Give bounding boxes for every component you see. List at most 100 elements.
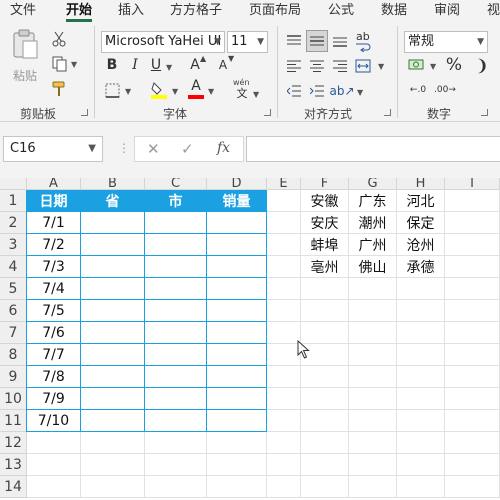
underline-dropdown-icon[interactable]: ▼ xyxy=(166,63,172,72)
orientation-icon[interactable]: ab↗ xyxy=(329,81,354,101)
row-header[interactable]: 1 xyxy=(0,190,27,212)
merge-center-icon[interactable] xyxy=(354,57,372,75)
grid-cell[interactable] xyxy=(267,234,301,256)
copy-icon[interactable] xyxy=(50,55,68,73)
grid-cell[interactable] xyxy=(267,322,301,344)
row-header[interactable]: 11 xyxy=(0,410,27,432)
grid-cell[interactable] xyxy=(27,432,81,454)
table-cell[interactable] xyxy=(145,322,207,344)
row-header[interactable]: 8 xyxy=(0,344,27,366)
copy-dropdown-icon[interactable]: ▼ xyxy=(71,60,77,69)
table-header-cell[interactable]: 市 xyxy=(145,190,207,212)
align-bottom-icon[interactable] xyxy=(331,32,349,50)
grid-cell[interactable] xyxy=(349,300,397,322)
tab-insert[interactable]: 插入 xyxy=(118,3,144,19)
table-cell[interactable] xyxy=(81,300,145,322)
lookup-cell[interactable]: 亳州 xyxy=(301,256,349,278)
table-cell[interactable] xyxy=(81,234,145,256)
lookup-cell[interactable]: 广东 xyxy=(349,190,397,212)
column-header[interactable]: B xyxy=(81,178,145,190)
paste-button[interactable]: 粘贴 xyxy=(8,28,44,86)
grid-cell[interactable] xyxy=(349,410,397,432)
table-cell[interactable] xyxy=(81,366,145,388)
grid-cell[interactable] xyxy=(145,432,207,454)
grid-cell[interactable] xyxy=(445,234,500,256)
table-cell[interactable] xyxy=(81,212,145,234)
tab-fangfang[interactable]: 方方格子 xyxy=(170,3,222,19)
grid-cell[interactable] xyxy=(349,476,397,498)
grid-cell[interactable] xyxy=(445,278,500,300)
grid-cell[interactable] xyxy=(349,388,397,410)
tab-formulas[interactable]: 公式 xyxy=(328,3,354,19)
grid-cell[interactable] xyxy=(27,454,81,476)
grid-cell[interactable] xyxy=(349,322,397,344)
table-cell[interactable] xyxy=(81,278,145,300)
phonetic-dropdown-icon[interactable]: ▼ xyxy=(253,90,259,99)
column-header[interactable]: C xyxy=(145,178,207,190)
grid-cell[interactable] xyxy=(267,190,301,212)
grid-cell[interactable] xyxy=(397,388,445,410)
table-cell[interactable] xyxy=(207,322,267,344)
table-cell[interactable] xyxy=(207,234,267,256)
row-header[interactable]: 14 xyxy=(0,476,27,498)
lookup-cell[interactable]: 安庆 xyxy=(301,212,349,234)
date-cell[interactable]: 7/9 xyxy=(27,388,81,410)
column-header[interactable]: I xyxy=(445,178,500,190)
grid-cell[interactable] xyxy=(445,432,500,454)
column-header[interactable]: A xyxy=(27,178,81,190)
bold-button[interactable]: B xyxy=(104,56,120,74)
table-cell[interactable] xyxy=(207,256,267,278)
grid-cell[interactable] xyxy=(207,432,267,454)
orientation-dropdown-icon[interactable]: ▼ xyxy=(357,88,363,97)
grid-cell[interactable] xyxy=(267,454,301,476)
grid-cell[interactable] xyxy=(397,454,445,476)
grid-cell[interactable] xyxy=(445,322,500,344)
drag-handle-icon[interactable]: ⋮ xyxy=(118,141,130,155)
table-cell[interactable] xyxy=(207,212,267,234)
lookup-cell[interactable]: 承德 xyxy=(397,256,445,278)
tab-page-layout[interactable]: 页面布局 xyxy=(249,3,301,19)
grid-cell[interactable] xyxy=(145,476,207,498)
fill-color-dropdown-icon[interactable]: ▼ xyxy=(172,87,178,96)
formula-input[interactable] xyxy=(246,136,500,162)
table-cell[interactable] xyxy=(145,212,207,234)
accounting-format-icon[interactable] xyxy=(407,56,427,74)
italic-button[interactable]: I xyxy=(127,56,143,74)
grid-cell[interactable] xyxy=(397,410,445,432)
format-painter-icon[interactable] xyxy=(50,80,68,98)
grid-cell[interactable] xyxy=(445,454,500,476)
date-cell[interactable]: 7/4 xyxy=(27,278,81,300)
grid-cell[interactable] xyxy=(301,366,349,388)
table-cell[interactable] xyxy=(145,410,207,432)
borders-icon[interactable] xyxy=(103,81,121,99)
lookup-cell[interactable]: 广州 xyxy=(349,234,397,256)
grid-cell[interactable] xyxy=(445,256,500,278)
align-middle-icon[interactable] xyxy=(306,30,328,52)
grid-cell[interactable] xyxy=(301,454,349,476)
grid-cell[interactable] xyxy=(397,366,445,388)
fill-color-icon[interactable] xyxy=(150,80,168,100)
grid-cell[interactable] xyxy=(27,476,81,498)
align-right-icon[interactable] xyxy=(331,57,349,75)
table-cell[interactable] xyxy=(145,366,207,388)
grid-cell[interactable] xyxy=(445,476,500,498)
date-cell[interactable]: 7/1 xyxy=(27,212,81,234)
column-header[interactable]: G xyxy=(349,178,397,190)
row-header[interactable]: 10 xyxy=(0,388,27,410)
column-header[interactable]: E xyxy=(267,178,301,190)
grid-cell[interactable] xyxy=(267,476,301,498)
table-cell[interactable] xyxy=(81,388,145,410)
align-left-icon[interactable] xyxy=(285,57,303,75)
grid-cell[interactable] xyxy=(397,322,445,344)
increase-indent-icon[interactable] xyxy=(308,82,326,100)
table-header-cell[interactable]: 省 xyxy=(81,190,145,212)
grid-cell[interactable] xyxy=(267,256,301,278)
tab-review[interactable]: 审阅 xyxy=(434,3,460,19)
row-header[interactable]: 3 xyxy=(0,234,27,256)
row-header[interactable]: 13 xyxy=(0,454,27,476)
number-format-select[interactable]: 常规 ▼ xyxy=(404,31,488,53)
table-cell[interactable] xyxy=(207,278,267,300)
row-header[interactable]: 6 xyxy=(0,300,27,322)
decrease-indent-icon[interactable] xyxy=(285,82,303,100)
grid-cell[interactable] xyxy=(301,432,349,454)
